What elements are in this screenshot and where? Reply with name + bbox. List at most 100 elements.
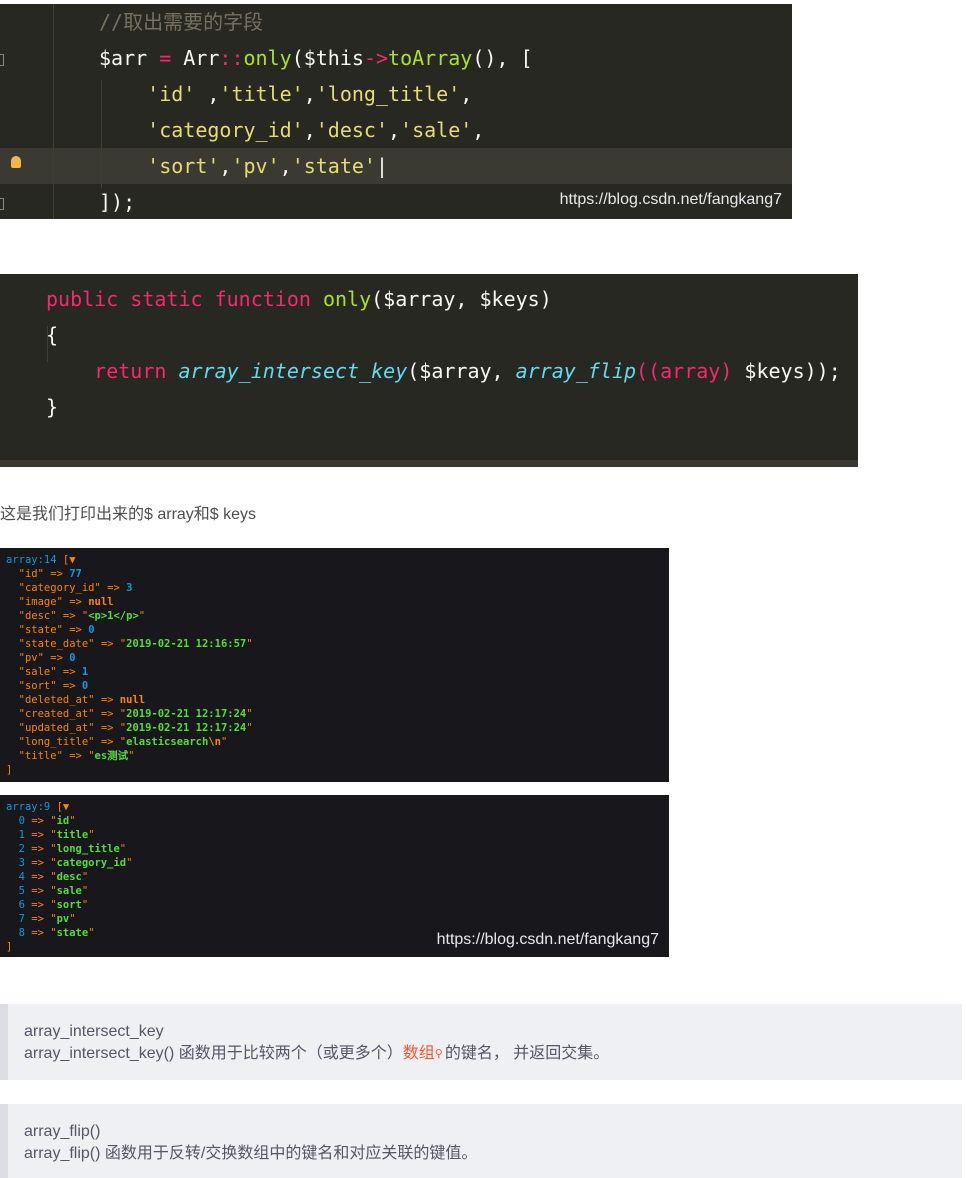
code-token: ,: [472, 118, 485, 142]
code-token: =: [147, 46, 184, 70]
code-token: "image" =>: [6, 596, 89, 608]
code-token: 1: [81, 666, 89, 678]
code-token: ": [246, 708, 253, 720]
code-token: 0: [6, 815, 25, 827]
code-token: only: [322, 287, 372, 311]
code-token: ,: [388, 118, 401, 142]
code-token: ": [81, 871, 89, 883]
code-line: return array_intersect_key($array, array…: [46, 353, 841, 389]
code-token: $keys));: [732, 359, 841, 383]
code-token: 8: [6, 927, 25, 939]
code-token: 2019-02-21 12:17:24: [126, 708, 247, 720]
code-token: title: [56, 829, 89, 841]
code-token: => ": [24, 885, 57, 897]
keyword-link[interactable]: 数组: [403, 1045, 435, 1062]
code-token: => ": [24, 927, 57, 939]
code-token: pv: [56, 913, 70, 925]
code-token: 2019-02-21 12:17:24: [126, 722, 247, 734]
code-token: 5: [6, 885, 25, 897]
code-token: 77: [69, 568, 82, 580]
code-token: 0: [88, 624, 95, 636]
code-token: "pv" =>: [6, 652, 70, 664]
code-token: only: [243, 46, 292, 70]
code-token: ": [119, 843, 127, 855]
code-line: "deleted_at" => null: [6, 693, 145, 707]
quote-title: array_flip(): [24, 1123, 101, 1140]
quote-description: array_flip() 函数用于反转/交换数组中的键名和对应关联的键值。: [24, 1145, 478, 1162]
blockquote-array-flip: array_flip() array_flip() 函数用于反转/交换数组中的键…: [0, 1104, 962, 1178]
code-token: => ": [24, 815, 57, 827]
code-token: ": [246, 722, 253, 734]
code-token: null: [119, 694, 146, 706]
code-line: "pv" => 0: [6, 651, 76, 665]
code-line: 'sort','pv','state'|: [99, 148, 388, 184]
code-screenshot-usage: //取出需要的字段 $arr = Arr::only($this->toArray…: [0, 4, 792, 219]
code-line: "category_id" => 3: [6, 581, 133, 595]
blockquote-array-intersect-key: array_intersect_key array_intersect_key(…: [0, 1004, 962, 1080]
code-token: public static function: [46, 287, 323, 311]
code-token: 'sale': [400, 118, 473, 142]
desc-text: 的键名， 并返回交集。: [444, 1045, 610, 1062]
code-token: {: [46, 323, 59, 347]
code-token: ,: [219, 154, 232, 178]
code-token: |: [375, 154, 389, 178]
code-token: ": [128, 750, 135, 762]
code-token: ": [246, 638, 253, 650]
search-icon[interactable]: ⚲: [435, 1043, 443, 1065]
code-screenshot-only-function: public static function only ($array, $key…: [0, 274, 858, 467]
code-line: "sort" => 0: [6, 679, 89, 693]
code-token: ": [126, 857, 133, 869]
gutter-divider: [53, 4, 54, 219]
code-line: array:9 [▼: [6, 800, 69, 814]
code-token: => ": [24, 899, 57, 911]
code-token: sort: [56, 899, 82, 911]
code-token: "created_at" =>: [6, 708, 120, 720]
code-token: 2019-02-21 12:16:57: [126, 638, 247, 650]
code-token: long_title: [56, 843, 120, 855]
code-line: 'id' ,'title','long_title',: [99, 76, 472, 112]
code-line: 7 => "pv": [6, 912, 76, 926]
code-line: "image" => null: [6, 595, 114, 609]
quote-description: array_intersect_key() 函数用于比较两个（或更多个）数组⚲ 的…: [24, 1043, 946, 1065]
code-token: "sale" =>: [6, 666, 82, 678]
code-token: ]);: [99, 190, 136, 214]
lightbulb-icon: [11, 156, 21, 168]
code-token: "category_id" =>: [6, 582, 127, 594]
code-line: }: [46, 389, 58, 425]
code-line: $arr = Arr::only($this->toArray(), [: [99, 40, 533, 76]
code-token: <p>1</p>: [88, 610, 139, 622]
code-token: => ": [24, 871, 57, 883]
code-token: => ": [24, 843, 57, 855]
code-token: 0: [81, 680, 89, 692]
code-token: \n: [208, 736, 221, 748]
dump-keys: https://blog.csdn.net/fangkang7 array:9 …: [0, 795, 669, 957]
code-token: 'id': [99, 82, 196, 106]
code-token: sale: [56, 885, 82, 897]
code-token: ::: [219, 46, 244, 70]
fold-marker-icon: [0, 198, 4, 210]
code-token: array:14: [6, 554, 63, 566]
code-line: ]);: [99, 184, 135, 220]
code-token: 'sort': [99, 154, 220, 178]
code-token: ]: [6, 941, 13, 953]
code-token: ": [220, 736, 228, 748]
code-token: desc: [56, 871, 82, 883]
code-token: }: [46, 395, 59, 419]
code-token: 'desc': [315, 118, 388, 142]
code-token: "long_title" =>: [6, 736, 120, 748]
code-token: ,: [303, 118, 316, 142]
code-token: "state_date" =>: [6, 638, 120, 650]
code-token: $arr: [99, 46, 148, 70]
code-token: 2: [6, 843, 25, 855]
code-line: "id" => 77: [6, 567, 82, 581]
code-token: ]: [6, 764, 13, 776]
code-token: 'title': [219, 82, 304, 106]
code-token: ": [81, 885, 89, 897]
code-line: "sale" => 1: [6, 665, 89, 679]
code-token: ": [138, 610, 146, 622]
code-line: "updated_at" => "2019-02-21 12:17:24": [6, 721, 253, 735]
code-token: null: [88, 596, 114, 608]
code-token: ,: [460, 82, 473, 106]
code-token: ($array,: [407, 359, 516, 383]
code-line: public static function only($array, $key…: [46, 281, 552, 317]
